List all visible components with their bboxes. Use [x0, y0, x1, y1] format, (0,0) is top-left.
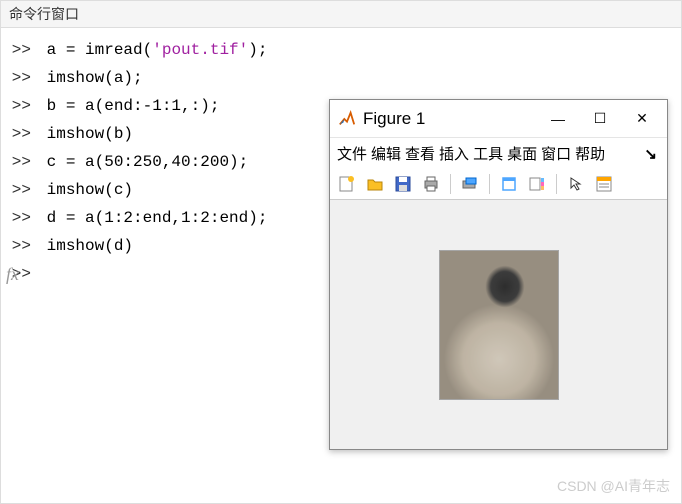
menu-overflow-icon[interactable]: ↘ [644, 145, 661, 163]
new-figure-icon[interactable] [336, 173, 358, 195]
code-text: d = a(1:2:end,1:2:end); [47, 204, 268, 232]
fx-indicator: fx [6, 260, 19, 288]
prompt: >> [9, 36, 37, 64]
print-icon[interactable] [420, 173, 442, 195]
menu-window[interactable]: 窗口 [540, 142, 572, 165]
menu-tools[interactable]: 工具 [472, 142, 504, 165]
code-line: >> a = imread('pout.tif'); [9, 36, 681, 64]
minimize-button[interactable]: — [537, 104, 579, 134]
displayed-image [439, 250, 559, 400]
figure-toolbar [330, 169, 667, 200]
code-text: imshow(c) [47, 176, 133, 204]
menu-edit[interactable]: 编辑 [370, 142, 402, 165]
prompt: >> [9, 120, 37, 148]
code-text: c = a(50:250,40:200); [47, 148, 249, 176]
code-text: imshow(b) [47, 120, 133, 148]
prompt: >> [9, 176, 37, 204]
command-window-title: 命令行窗口 [1, 1, 681, 28]
figure-titlebar[interactable]: Figure 1 — ☐ ✕ [330, 100, 667, 138]
toolbar-separator [450, 174, 451, 194]
prompt: >> [9, 232, 37, 260]
string-literal: 'pout.tif' [152, 36, 248, 64]
figure-canvas[interactable] [330, 200, 667, 449]
prompt: >> [9, 148, 37, 176]
menu-view[interactable]: 查看 [404, 142, 436, 165]
maximize-button[interactable]: ☐ [579, 104, 621, 134]
code-text: ); [248, 36, 267, 64]
insert-legend-icon[interactable] [593, 173, 615, 195]
prompt: >> [9, 204, 37, 232]
arrow-icon[interactable] [565, 173, 587, 195]
menu-desktop[interactable]: 桌面 [506, 142, 538, 165]
prompt: >> [9, 92, 37, 120]
colorbar-icon[interactable] [526, 173, 548, 195]
menu-file[interactable]: 文件 [336, 142, 368, 165]
code-text: imshow(d) [47, 232, 133, 260]
menu-help[interactable]: 帮助 [574, 142, 606, 165]
menu-insert[interactable]: 插入 [438, 142, 470, 165]
figure-title: Figure 1 [363, 109, 537, 129]
data-cursor-icon[interactable] [459, 173, 481, 195]
toolbar-separator [489, 174, 490, 194]
matlab-icon [338, 110, 356, 128]
prompt: >> [9, 64, 37, 92]
code-line: >> imshow(a); [9, 64, 681, 92]
code-text: imshow(a); [47, 64, 143, 92]
link-icon[interactable] [498, 173, 520, 195]
close-button[interactable]: ✕ [621, 104, 663, 134]
toolbar-separator [556, 174, 557, 194]
code-text: b = a(end:-1:1,:); [47, 92, 220, 120]
open-icon[interactable] [364, 173, 386, 195]
code-text: a = imread( [47, 36, 153, 64]
save-icon[interactable] [392, 173, 414, 195]
figure-window[interactable]: Figure 1 — ☐ ✕ 文件 编辑 查看 插入 工具 桌面 窗口 帮助 ↘ [329, 99, 668, 450]
figure-menubar: 文件 编辑 查看 插入 工具 桌面 窗口 帮助 ↘ [330, 138, 667, 169]
